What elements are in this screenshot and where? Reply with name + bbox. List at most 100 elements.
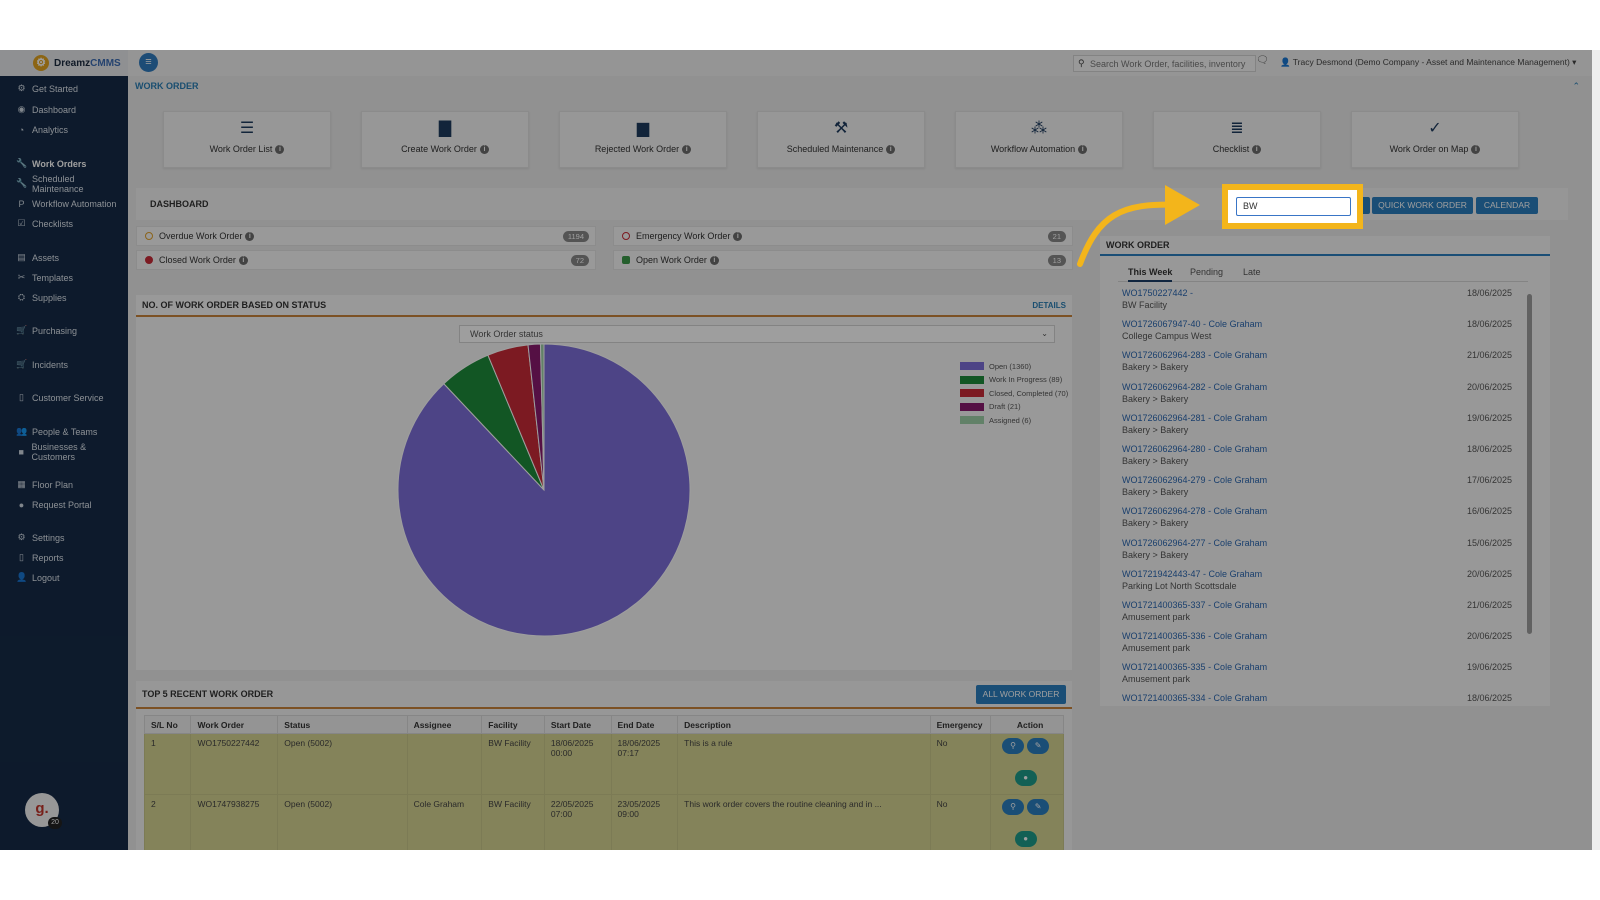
closed-stat[interactable]: Closed Work Order i 72	[136, 250, 596, 270]
legend-item[interactable]: Open (1360)	[960, 360, 1031, 372]
sidebar-item-templates[interactable]: ✂ Templates	[0, 267, 128, 288]
tab-late[interactable]: Late	[1243, 266, 1261, 282]
sidebar-item-incidents[interactable]: 🛒 Incidents	[0, 354, 128, 375]
emergency-stat[interactable]: Emergency Work Order i 21	[613, 226, 1073, 246]
info-icon[interactable]: i	[709, 255, 719, 265]
legend-item[interactable]: Closed, Completed (70)	[960, 387, 1068, 399]
work-order-link[interactable]: WO1750227442 -	[1122, 288, 1512, 298]
info-icon[interactable]: i	[275, 145, 285, 155]
overdue-stat[interactable]: Overdue Work Order i 1194	[136, 226, 596, 246]
info-icon[interactable]: i	[733, 231, 743, 241]
quick-work-order-button[interactable]: QUICK WORK ORDER	[1372, 197, 1473, 214]
sidebar-item-supplies[interactable]: ⛭ Supplies	[0, 287, 128, 308]
collapse-icon[interactable]: ⌃	[1572, 81, 1580, 92]
list-item[interactable]: WO1726062964-281 - Cole Graham Bakery > B…	[1122, 413, 1512, 444]
table-row[interactable]: 2 WO1747938275 Open (5002) Cole Graham BW Fa…	[143, 794, 1064, 850]
sidebar-item-customer-service[interactable]: ▯ Customer Service	[0, 387, 128, 408]
comment-button[interactable]: ●	[1014, 831, 1037, 847]
legend-item[interactable]: Draft (21)	[960, 401, 1021, 413]
work-order-link[interactable]: WO1726062964-282 - Cole Graham	[1122, 382, 1512, 392]
card-work-order-on-map[interactable]: ✓ Work Order on Map i	[1351, 111, 1519, 168]
list-item[interactable]: WO1726062964-282 - Cole Graham Bakery > B…	[1122, 382, 1512, 413]
list-item[interactable]: WO1726062964-283 - Cole Graham Bakery > B…	[1122, 350, 1512, 381]
card-scheduled-maintenance[interactable]: ⚒ Scheduled Maintenance i	[757, 111, 925, 168]
work-order-link[interactable]: WO1726062964-277 - Cole Graham	[1122, 538, 1512, 548]
all-work-order-button[interactable]: ALL WORK ORDER	[976, 685, 1066, 704]
sidebar-item-checklists[interactable]: ☑ Checklists	[0, 213, 128, 234]
sidebar-item-purchasing[interactable]: 🛒 Purchasing	[0, 320, 128, 341]
info-icon[interactable]: i	[682, 145, 692, 155]
card-create-work-order[interactable]: ▇ Create Work Order i	[361, 111, 529, 168]
sidebar-item-work-orders[interactable]: 🔧 Work Orders	[0, 153, 128, 174]
info-icon[interactable]: i	[886, 145, 896, 155]
info-icon[interactable]: i	[1078, 145, 1088, 155]
list-item[interactable]: WO1750227442 - BW Facility 18/06/2025	[1122, 288, 1512, 319]
page-scrollbar[interactable]	[1592, 50, 1600, 850]
info-icon[interactable]: i	[1471, 145, 1481, 155]
sidebar-item-dashboard[interactable]: ◉ Dashboard	[0, 99, 128, 120]
open-stat[interactable]: Open Work Order i 13	[613, 250, 1073, 270]
card-workflow-automation[interactable]: ⁂ Workflow Automation i	[955, 111, 1123, 168]
sidebar-item-workflow-automation[interactable]: P Workflow Automation	[0, 193, 128, 214]
tab-pending[interactable]: Pending	[1190, 266, 1223, 282]
edit-button[interactable]: ✎	[1027, 738, 1050, 754]
card-checklist[interactable]: ≣ Checklist i	[1153, 111, 1321, 168]
list-item[interactable]: WO1726062964-280 - Cole Graham Bakery > B…	[1122, 444, 1512, 475]
avatar[interactable]: g. 20	[25, 793, 62, 829]
work-order-link[interactable]: WO1721400365-334 - Cole Graham	[1122, 693, 1512, 703]
list-item[interactable]: WO1721400365-336 - Cole Graham Amusement …	[1122, 631, 1512, 662]
info-icon[interactable]: i	[245, 231, 255, 241]
scrollbar-thumb[interactable]	[1527, 294, 1532, 634]
list-item[interactable]: WO1726062964-277 - Cole Graham Bakery > B…	[1122, 538, 1512, 569]
sidebar-item-settings[interactable]: ⚙ Settings	[0, 527, 128, 548]
list-item[interactable]: WO1726062964-278 - Cole Graham Bakery > B…	[1122, 506, 1512, 537]
info-icon[interactable]: i	[1252, 145, 1262, 155]
comment-button[interactable]: ●	[1014, 770, 1037, 786]
work-order-link[interactable]: WO1726067947-40 - Cole Graham	[1122, 319, 1512, 329]
card-rejected-work-order[interactable]: ▆ Rejected Work Order i	[559, 111, 727, 168]
user-menu[interactable]: 👤 Tracy Desmond (Demo Company - Asset an…	[1280, 57, 1576, 68]
sidebar-item-analytics[interactable]: ◔ Analytics	[0, 119, 128, 140]
sidebar-item-request-portal[interactable]: ● Request Portal	[0, 494, 128, 515]
list-item[interactable]: WO1721400365-335 - Cole Graham Amusement …	[1122, 662, 1512, 693]
view-button[interactable]: ⚲	[1002, 799, 1025, 815]
list-item[interactable]: WO1721942443-47 - Cole Graham Parking Lot…	[1122, 569, 1512, 600]
legend-item[interactable]: Assigned (6)	[960, 414, 1031, 426]
work-order-link[interactable]: WO1726062964-281 - Cole Graham	[1122, 413, 1512, 423]
sidebar-item-reports[interactable]: ▯ Reports	[0, 547, 128, 568]
work-order-link[interactable]: WO1721942443-47 - Cole Graham	[1122, 569, 1512, 579]
sidebar-item-businesses-customers[interactable]: ■ Businesses & Customers	[0, 441, 128, 462]
card-work-order-list[interactable]: ☰ Work Order List i	[163, 111, 331, 168]
info-icon[interactable]: i	[238, 255, 248, 265]
tab-this-week[interactable]: This Week	[1128, 266, 1173, 282]
work-order-link[interactable]: WO1721400365-336 - Cole Graham	[1122, 631, 1512, 641]
sidebar-item-floor-plan[interactable]: ▦ Floor Plan	[0, 474, 128, 495]
info-icon[interactable]: i	[479, 145, 489, 155]
facility-filter-input[interactable]: BW	[1236, 197, 1351, 216]
table-row[interactable]: 1 WO1750227442 Open (5002) BW Facility 18/06…	[143, 733, 1064, 795]
chat-icon[interactable]: 🗨	[1256, 55, 1269, 66]
sidebar-item-scheduled-maintenance[interactable]: 🔧 Scheduled Maintenance	[0, 173, 128, 194]
sidebar-item-get-started[interactable]: ⚙ Get Started	[0, 78, 128, 99]
global-search-input[interactable]: ⚲ Search Work Order, facilities, invento…	[1073, 55, 1256, 72]
legend-item[interactable]: Work In Progress (89)	[960, 374, 1062, 386]
sidebar-item-assets[interactable]: ▤ Assets	[0, 247, 128, 268]
edit-button[interactable]: ✎	[1027, 799, 1050, 815]
sidebar-item-logout[interactable]: 👤 Logout	[0, 567, 128, 588]
work-order-link[interactable]: WO1721400365-337 - Cole Graham	[1122, 600, 1512, 610]
calendar-button[interactable]: CALENDAR	[1476, 197, 1538, 214]
list-item[interactable]: WO1721400365-334 - Cole Graham 18/06/2025	[1122, 693, 1512, 724]
work-order-link[interactable]: WO1726062964-278 - Cole Graham	[1122, 506, 1512, 516]
sidebar-item-people-teams[interactable]: 👥 People & Teams	[0, 421, 128, 442]
list-scrollbar[interactable]	[1527, 286, 1532, 636]
work-order-link[interactable]: WO1726062964-283 - Cole Graham	[1122, 350, 1512, 360]
work-order-link[interactable]: WO1721400365-335 - Cole Graham	[1122, 662, 1512, 672]
view-button[interactable]: ⚲	[1002, 738, 1025, 754]
list-item[interactable]: WO1721400365-337 - Cole Graham Amusement …	[1122, 600, 1512, 631]
list-item[interactable]: WO1726062964-279 - Cole Graham Bakery > B…	[1122, 475, 1512, 506]
work-order-link[interactable]: WO1726062964-279 - Cole Graham	[1122, 475, 1512, 485]
work-order-link[interactable]: WO1726062964-280 - Cole Graham	[1122, 444, 1512, 454]
list-item[interactable]: WO1726067947-40 - Cole Graham College Cam…	[1122, 319, 1512, 350]
menu-toggle-button[interactable]: ≡	[139, 53, 158, 72]
brand-logo[interactable]: ⚙ DreamzCMMS	[0, 50, 128, 76]
